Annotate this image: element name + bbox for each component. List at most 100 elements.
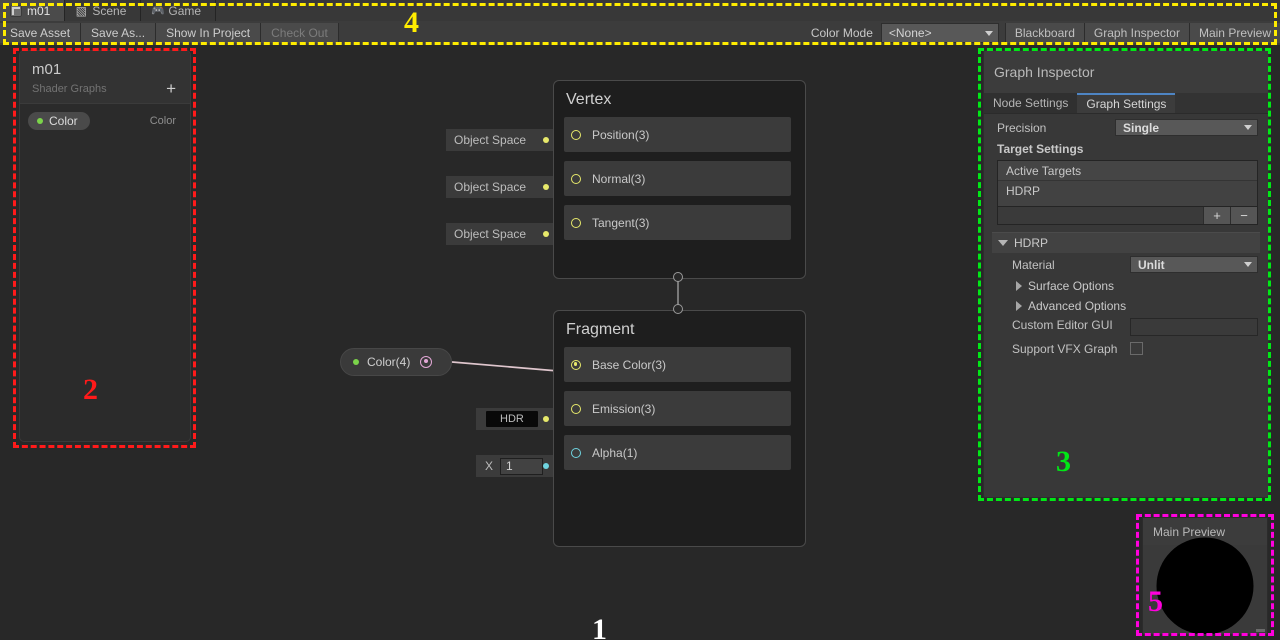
blackboard-toggle[interactable]: Blackboard [1004, 23, 1084, 43]
save-as-button[interactable]: Save As... [81, 23, 157, 43]
active-targets-header: Active Targets [998, 161, 1257, 181]
tab-node-settings[interactable]: Node Settings [984, 93, 1078, 113]
color-output-port[interactable] [420, 356, 433, 368]
check-out-button: Check Out [261, 23, 339, 43]
custom-editor-gui-field[interactable] [1130, 318, 1258, 336]
fragment-node-flow-in-port[interactable] [673, 304, 683, 314]
chevron-down-icon [984, 30, 993, 36]
target-settings-heading: Target Settings [997, 142, 1084, 156]
base-color-input-port[interactable] [571, 359, 581, 370]
resize-grip-icon[interactable] [1256, 629, 1265, 632]
list-item[interactable]: HDRP [998, 181, 1257, 201]
surface-options-foldout[interactable]: Surface Options [992, 276, 1260, 296]
vertex-position-default-input[interactable]: Object Space [446, 129, 556, 151]
material-dropdown[interactable]: Unlit [1130, 256, 1258, 273]
gamepad-icon: 🎮 [151, 4, 166, 17]
tangent-input-port[interactable] [571, 217, 581, 228]
show-in-project-button[interactable]: Show In Project [156, 23, 262, 43]
precision-dropdown[interactable]: Single [1115, 119, 1258, 136]
toolbar-left-group: Save Asset Save As... Show In Project Ch… [0, 23, 339, 43]
advanced-options-foldout[interactable]: Advanced Options [992, 296, 1260, 316]
blackboard-property-name: Color [49, 114, 78, 128]
annotation-number-2: 2 [83, 373, 98, 406]
fragment-alpha-default-input[interactable]: X 1 [476, 455, 556, 477]
color-mode-value: <None> [888, 26, 932, 40]
tab-game[interactable]: 🎮 Game [141, 0, 217, 21]
graph-inspector-panel[interactable]: Graph Inspector Node Settings Graph Sett… [983, 50, 1269, 498]
color-mode-label: Color Mode [810, 26, 873, 40]
annotation-number-1: 1 [592, 613, 607, 640]
fragment-emission-default-input[interactable]: HDR [476, 408, 556, 430]
alpha-value-field[interactable]: 1 [500, 457, 543, 475]
tab-scene[interactable]: ▧ Scene [65, 0, 142, 21]
graph-canvas[interactable]: m01 Shader Graphs + Color Color Object S… [0, 45, 1280, 640]
graph-inspector-body: Precision Single Target Settings Active … [984, 114, 1268, 356]
vertex-tangent-default-input[interactable]: Object Space [446, 223, 556, 245]
blackboard-header: m01 Shader Graphs + [20, 51, 190, 104]
fragment-master-node[interactable]: Fragment Base Color(3) Emission(3) Alpha… [553, 310, 806, 547]
fragment-slot-base-color[interactable]: Base Color(3) [564, 347, 791, 382]
active-targets-listbox[interactable]: Active Targets HDRP [997, 160, 1258, 207]
tab-strip-filler [216, 0, 1280, 21]
hdrp-foldout-label: HDRP [1014, 236, 1049, 250]
graph-inspector-tabs: Node Settings Graph Settings [984, 93, 1268, 114]
annotation-number-4: 4 [404, 6, 419, 39]
fragment-slot-label: Base Color(3) [592, 357, 667, 372]
hdr-swatch[interactable]: HDR [486, 411, 538, 427]
toolbar-right-group: Color Mode <None> Blackboard Graph Inspe… [803, 23, 1280, 43]
vertex-slot-label: Position(3) [592, 127, 650, 142]
save-asset-button[interactable]: Save Asset [0, 23, 82, 43]
annotation-number-3: 3 [1056, 445, 1071, 478]
surface-options-label: Surface Options [1028, 279, 1115, 293]
input-port-dot-icon [543, 416, 549, 422]
list-item[interactable]: Color Color [28, 112, 182, 130]
color-property-label: Color(4) [367, 355, 411, 369]
input-space-label: Object Space [454, 227, 527, 241]
fragment-slot-emission[interactable]: Emission(3) [564, 391, 791, 426]
vertex-master-node[interactable]: Vertex Position(3) Normal(3) Tangent(3) [553, 80, 806, 279]
precision-row: Precision Single [992, 118, 1260, 137]
alpha-axis-label: X [485, 459, 494, 473]
color-property-node[interactable]: Color(4) [340, 348, 452, 376]
tab-m01[interactable]: m01 [0, 0, 66, 21]
blackboard-property-color[interactable]: Color [28, 112, 90, 130]
graph-inspector-toggle[interactable]: Graph Inspector [1083, 23, 1189, 43]
vertex-node-flow-out-port[interactable] [673, 272, 683, 282]
fragment-slot-alpha[interactable]: Alpha(1) [564, 435, 791, 470]
color-mode-dropdown[interactable]: <None> [880, 23, 999, 43]
emission-input-port[interactable] [571, 403, 581, 414]
chevron-down-icon [1244, 125, 1252, 130]
vertex-normal-default-input[interactable]: Object Space [446, 176, 556, 198]
hdrp-foldout[interactable]: HDRP [992, 232, 1260, 253]
tab-label: Scene [92, 3, 127, 18]
blackboard-panel[interactable]: m01 Shader Graphs + Color Color [19, 50, 191, 442]
input-space-label: Object Space [454, 180, 527, 194]
tab-graph-settings[interactable]: Graph Settings [1077, 93, 1176, 113]
editor-tab-strip: m01 ▧ Scene 🎮 Game [0, 0, 1280, 21]
support-vfx-graph-row: Support VFX Graph [992, 340, 1260, 356]
position-input-port[interactable] [571, 129, 581, 140]
vertex-node-title: Vertex [566, 91, 612, 108]
input-port-dot-icon [543, 137, 549, 143]
annotation-number-5: 5 [1148, 585, 1163, 618]
support-vfx-graph-label: Support VFX Graph [1012, 342, 1118, 356]
shader-graph-icon [10, 4, 22, 17]
normal-input-port[interactable] [571, 173, 581, 184]
remove-target-button[interactable]: − [1230, 207, 1257, 224]
vertex-slot-position[interactable]: Position(3) [564, 117, 791, 152]
support-vfx-graph-checkbox[interactable] [1130, 342, 1143, 355]
tab-label: m01 [27, 3, 51, 18]
custom-editor-gui-label: Custom Editor GUI [1012, 318, 1113, 332]
shader-graph-toolbar: Save Asset Save As... Show In Project Ch… [0, 21, 1280, 46]
fragment-slot-label: Alpha(1) [592, 445, 638, 460]
input-port-dot-icon [543, 231, 549, 237]
blackboard-add-icon[interactable]: + [166, 80, 178, 97]
vertex-slot-tangent[interactable]: Tangent(3) [564, 205, 791, 240]
tab-label: Game [168, 3, 202, 18]
advanced-options-label: Advanced Options [1028, 299, 1127, 313]
add-target-button[interactable]: + [1203, 207, 1230, 224]
alpha-input-port[interactable] [571, 447, 581, 458]
vertex-slot-label: Normal(3) [592, 171, 646, 186]
main-preview-toggle[interactable]: Main Preview [1188, 23, 1280, 43]
vertex-slot-normal[interactable]: Normal(3) [564, 161, 791, 196]
